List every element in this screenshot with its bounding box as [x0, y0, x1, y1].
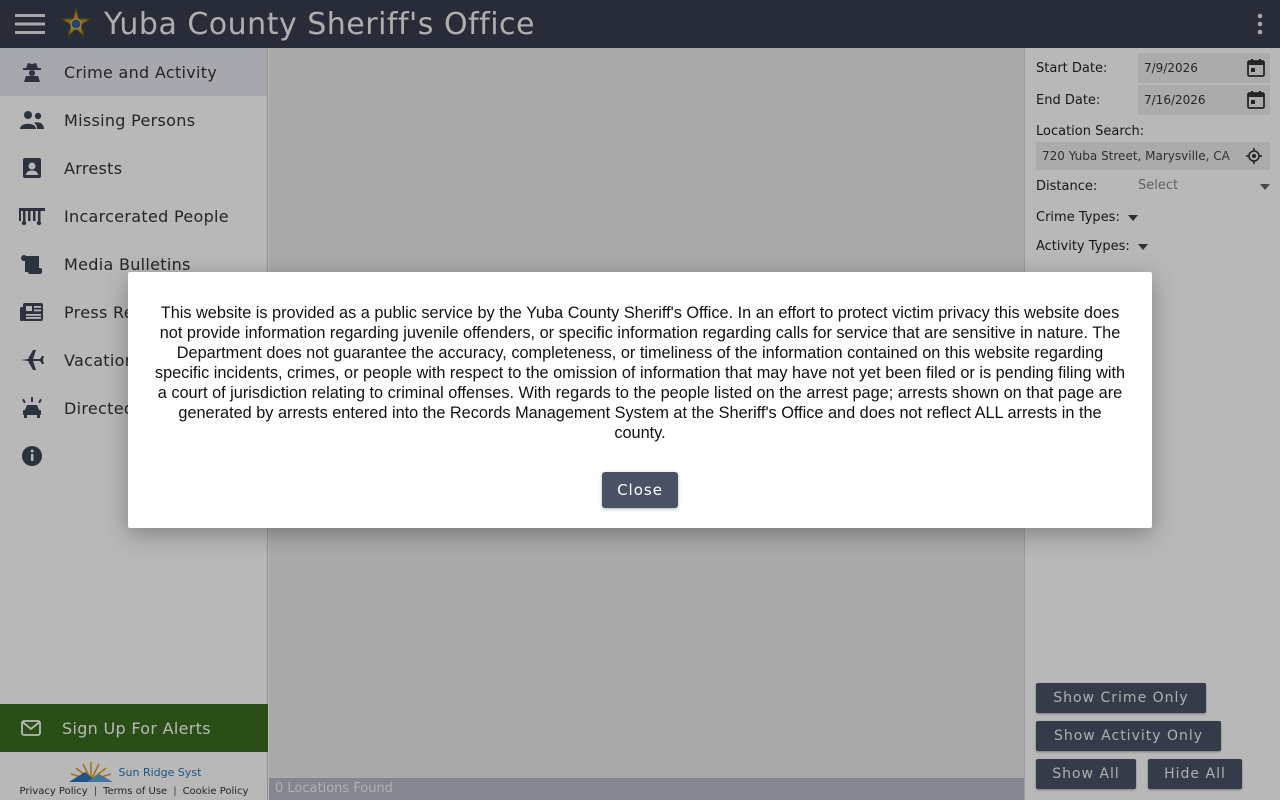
disclaimer-text: This website is provided as a public ser… — [154, 304, 1126, 442]
modal-backdrop[interactable]: This website is provided as a public ser… — [0, 0, 1280, 800]
close-button[interactable]: Close — [602, 472, 678, 508]
disclaimer-modal: This website is provided as a public ser… — [128, 272, 1152, 528]
